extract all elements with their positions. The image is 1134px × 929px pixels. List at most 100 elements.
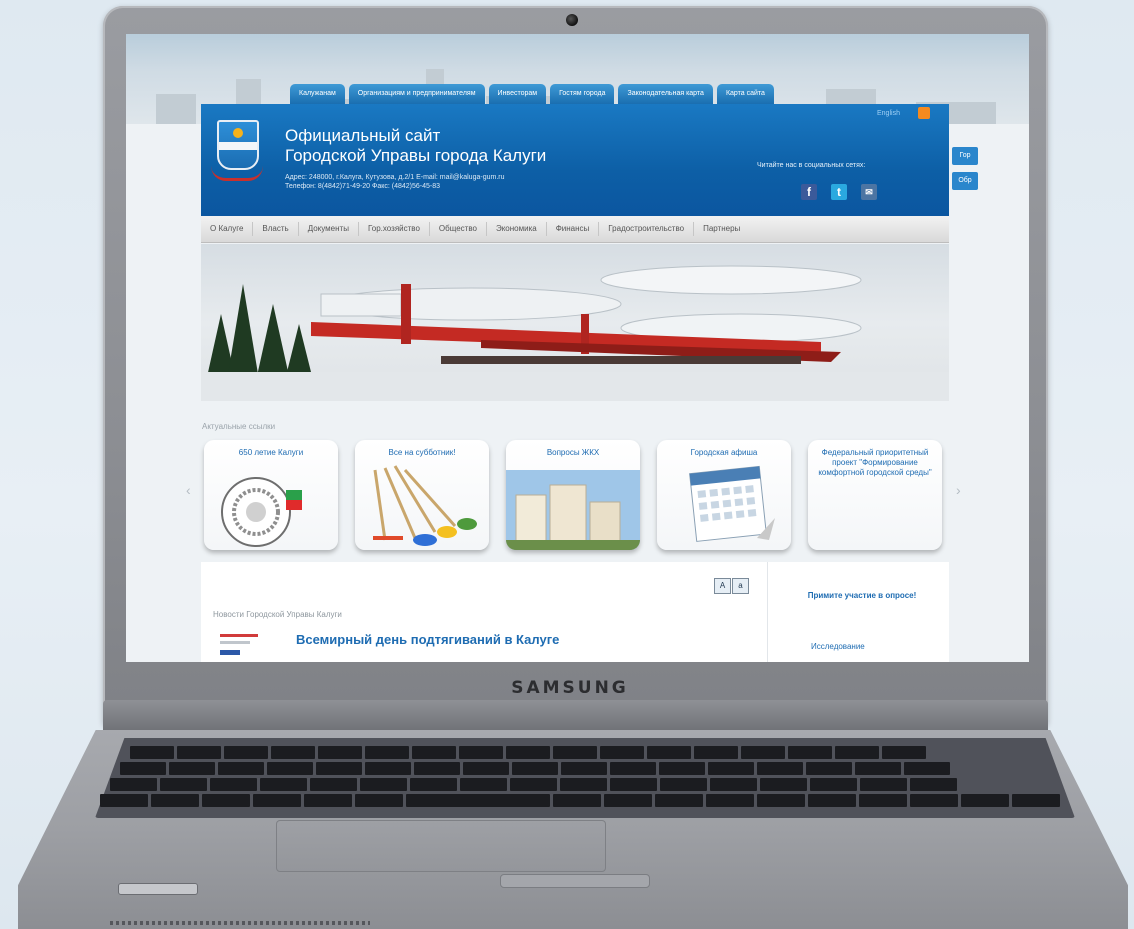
mainnav-society[interactable]: Общество [430,222,487,236]
keyboard-key [757,794,805,807]
rakes-and-shovels-image [373,465,477,546]
keyboard-key [882,746,926,759]
keyboard-key [260,778,307,791]
topnav-investors[interactable]: Инвесторам [488,84,547,104]
key-row [130,746,926,759]
keyboard-key [788,746,832,759]
keyboard-key [560,778,607,791]
keyboard-key [169,762,215,775]
news-thumbnail[interactable] [216,630,262,658]
keyboard-key [600,746,644,759]
font-smaller-icon[interactable]: a [732,578,749,594]
topnav-sitemap[interactable]: Карта сайта [716,84,774,104]
keyboard-key [460,778,507,791]
keyboard-key [510,778,557,791]
keyboard-key [860,778,907,791]
keyboard-key [859,794,907,807]
keyboard-key [365,746,409,759]
keyboard-key [655,794,703,807]
card-subbotnik[interactable]: Все на субботник! [355,440,489,550]
site-title-line1: Официальный сайт [285,126,441,145]
logo-ribbon [211,166,263,181]
keyboard-key [310,778,357,791]
keyboard-key [553,794,601,807]
keyboard-key [1012,794,1060,807]
key-row [120,762,950,775]
news-headline[interactable]: Всемирный день подтягиваний в Калуге [296,632,559,647]
keyboard-key [610,778,657,791]
keyboard-key [151,794,199,807]
keyboard-key [267,762,313,775]
keyboard-key [660,778,707,791]
key-row [110,778,957,791]
poll-link[interactable]: Исследование [811,642,865,651]
keyboard-key [130,746,174,759]
prev-arrow-icon[interactable]: ‹ [186,482,191,498]
keyboard-key [355,794,403,807]
keyboard-key [810,778,857,791]
keyboard-key [177,746,221,759]
mainnav-urban-planning[interactable]: Градостроительство [599,222,695,236]
topnav-legislation-map[interactable]: Законодательная карта [618,84,713,104]
coat-of-arms-logo[interactable] [217,120,259,170]
site-header: Официальный сайт Городской Управы города… [201,104,949,216]
mainnav-government[interactable]: Власть [253,222,299,236]
mainnav-partners[interactable]: Партнеры [694,222,749,236]
rocket-banner-image [201,244,949,401]
topnav-guests[interactable]: Гостям города [550,84,615,104]
poll-title[interactable]: Примите участие в опросе! [797,590,927,601]
keyboard-key [910,778,957,791]
card-city-posters[interactable]: Городская афиша [657,440,791,550]
keyboard-key [120,762,166,775]
mainnav-about-kaluga[interactable]: О Калуге [201,222,254,236]
next-arrow-icon[interactable]: › [956,482,961,498]
keyboard-key [910,794,958,807]
keyboard-key [316,762,362,775]
address-text: Адрес: 248000, г.Калуга, Кутузова, д.2/1… [285,174,505,181]
lid-opening-notch [500,874,650,888]
keyboard-key [414,762,460,775]
keyboard-key [904,762,950,775]
card-comfortable-environment[interactable]: Федеральный приоритетный проект "Формиро… [808,440,942,550]
keyboard-key [459,746,503,759]
keyboard-key [757,762,803,775]
section-label: Актуальные ссылки [202,422,276,431]
keyboard-key [100,794,148,807]
mainnav-documents[interactable]: Документы [299,222,359,236]
keyboard-key [647,746,691,759]
keyboard-key [463,762,509,775]
topnav-residents[interactable]: Калужанам [290,84,345,104]
side-tab-1[interactable]: Гор [952,147,978,165]
topnav-organizations[interactable]: Организациям и предпринимателям [348,84,485,104]
keyboard-key [961,794,1009,807]
twitter-icon[interactable]: t [831,184,847,200]
font-larger-icon[interactable]: A [714,578,731,594]
keyboard-key [318,746,362,759]
english-link[interactable]: English [877,110,900,117]
keyboard-key [659,762,705,775]
keyboard-key [806,762,852,775]
site-title-line2: Городской Управы города Калуги [285,146,547,165]
card-650-anniversary[interactable]: 650 летие Калуги [204,440,338,550]
side-tab-2[interactable]: Обр [952,172,978,190]
main-navigation: О Калуге Власть Документы Гор.хозяйство … [201,216,949,243]
facebook-icon[interactable]: f [801,184,817,200]
keyboard-key [110,778,157,791]
mainnav-finance[interactable]: Финансы [547,222,600,236]
keyboard-key [760,778,807,791]
vk-icon[interactable]: ✉ [861,184,877,200]
top-navigation: Калужанам Организациям и предпринимателя… [290,84,774,104]
keyboard-key [406,794,550,807]
card-housing-utilities[interactable]: Вопросы ЖКХ [506,440,640,550]
social-label: Читайте нас в социальных сетях: [757,162,866,169]
speaker-vents [110,921,370,925]
keyboard-key [506,746,550,759]
rocket-on-transporter [201,265,949,401]
keyboard-key [160,778,207,791]
calendar-image [689,465,775,542]
rss-icon[interactable] [918,107,930,119]
mainnav-economy[interactable]: Экономика [487,222,547,236]
webcam [566,14,578,26]
keyboard-key [218,762,264,775]
mainnav-city-services[interactable]: Гор.хозяйство [359,222,430,236]
